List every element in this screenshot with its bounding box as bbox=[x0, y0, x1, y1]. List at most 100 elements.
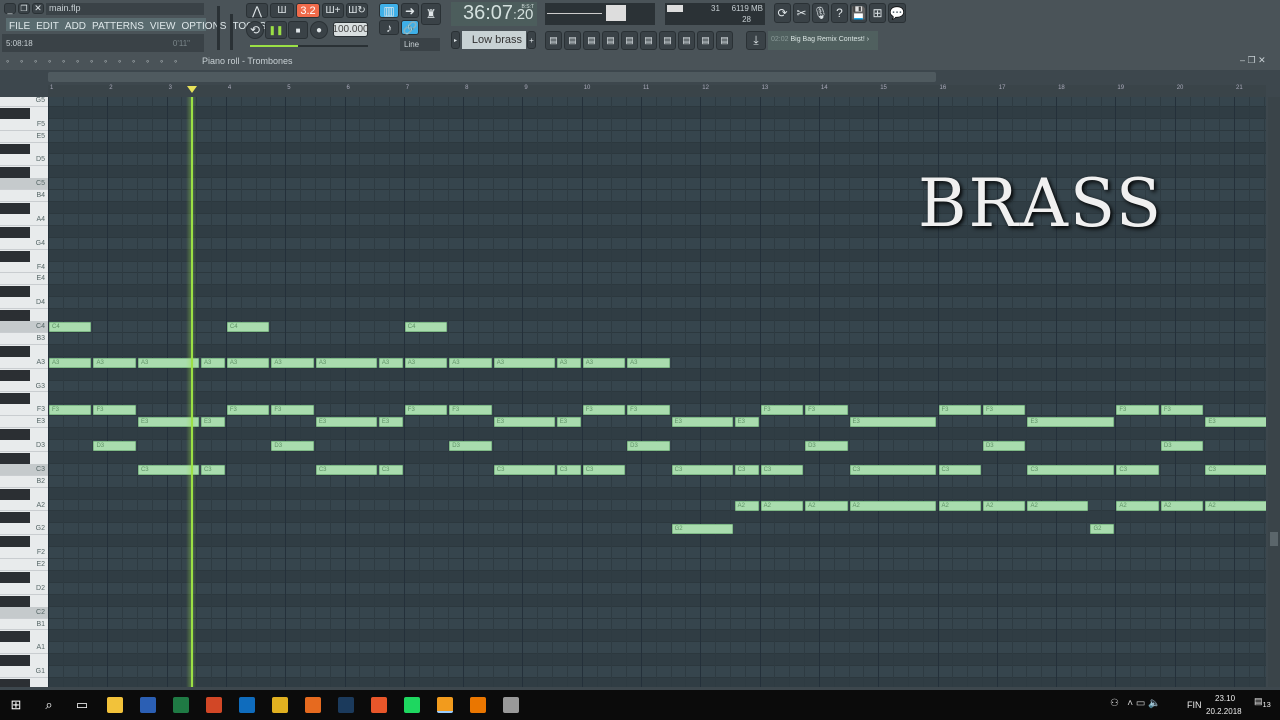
black-key[interactable] bbox=[0, 250, 30, 262]
minimize-button[interactable]: _ bbox=[4, 3, 16, 14]
menu-view[interactable]: VIEW bbox=[150, 21, 176, 32]
white-key[interactable]: C4 bbox=[0, 321, 48, 333]
snap-icon[interactable]: ◦ bbox=[48, 56, 59, 69]
note-a3[interactable]: A3 bbox=[271, 357, 314, 368]
white-key[interactable]: C5 bbox=[0, 178, 48, 191]
close-button[interactable]: ✕ bbox=[32, 3, 44, 14]
black-key[interactable] bbox=[0, 203, 30, 214]
white-key[interactable]: F3 bbox=[0, 404, 48, 417]
note-e3[interactable]: E3 bbox=[849, 417, 937, 428]
playhead-marker[interactable] bbox=[187, 86, 198, 93]
channel-rack-button[interactable]: ▤ bbox=[564, 31, 581, 50]
restore-button[interactable]: ❐ bbox=[18, 3, 30, 14]
note-a2[interactable]: A2 bbox=[1160, 500, 1204, 511]
save-new-icon[interactable]: ⊞ bbox=[869, 3, 886, 23]
note-a3[interactable]: A3 bbox=[627, 357, 670, 368]
menu-patterns[interactable]: PATTERNS bbox=[92, 21, 144, 32]
white-key[interactable]: D3 bbox=[0, 440, 48, 452]
note-a3[interactable]: A3 bbox=[556, 357, 581, 368]
black-key[interactable] bbox=[0, 452, 30, 464]
notifications-icon[interactable]: ▤13 bbox=[1254, 696, 1271, 709]
note-e3[interactable]: E3 bbox=[200, 417, 225, 428]
microphone-icon[interactable]: 🎙 bbox=[812, 3, 829, 23]
note-c3[interactable]: C3 bbox=[378, 464, 403, 475]
white-key[interactable]: A3 bbox=[0, 357, 48, 369]
note-f3[interactable]: F3 bbox=[1160, 405, 1204, 416]
note-f3[interactable]: F3 bbox=[938, 405, 981, 416]
save-icon[interactable]: 💾 bbox=[850, 3, 867, 23]
note-d3[interactable]: D3 bbox=[982, 441, 1026, 451]
mute-icon[interactable]: ◦ bbox=[104, 56, 115, 69]
white-key[interactable]: A2 bbox=[0, 500, 48, 512]
song-time-display[interactable]: 36:07:20 B:S:T bbox=[451, 2, 537, 26]
white-key[interactable]: G1 bbox=[0, 666, 48, 679]
master-pitch-slider[interactable] bbox=[230, 14, 233, 50]
note-a2[interactable]: A2 bbox=[760, 500, 804, 511]
note-c3[interactable]: C3 bbox=[556, 464, 581, 475]
black-key[interactable] bbox=[0, 345, 30, 357]
undo-icon[interactable]: ⟳ bbox=[774, 3, 791, 23]
stop-button[interactable]: ■ bbox=[288, 21, 308, 39]
paint-icon[interactable]: ◦ bbox=[76, 56, 87, 69]
help-icon[interactable]: ? bbox=[831, 3, 848, 23]
white-key[interactable]: E4 bbox=[0, 273, 48, 286]
white-key[interactable]: A4 bbox=[0, 214, 48, 226]
window-controls[interactable]: ‒ ❐ ✕ bbox=[1240, 55, 1266, 66]
note-a3[interactable]: A3 bbox=[404, 357, 448, 368]
note-f3[interactable]: F3 bbox=[449, 405, 492, 416]
menu-arrow-icon[interactable]: ◦ bbox=[6, 56, 17, 69]
pencil-icon[interactable]: ◦ bbox=[62, 56, 73, 69]
note-g2[interactable]: G2 bbox=[1090, 524, 1115, 535]
black-key[interactable] bbox=[0, 679, 30, 687]
white-key[interactable]: D4 bbox=[0, 297, 48, 310]
white-key[interactable]: B4 bbox=[0, 190, 48, 203]
note-a2[interactable]: A2 bbox=[1205, 500, 1266, 511]
zoom-icon[interactable]: ◦ bbox=[160, 56, 171, 69]
black-key[interactable] bbox=[0, 143, 30, 155]
outlook-icon[interactable] bbox=[239, 697, 255, 713]
note-f3[interactable]: F3 bbox=[49, 405, 92, 416]
note-c4[interactable]: C4 bbox=[226, 322, 270, 332]
pattern-mode-button[interactable]: 3.2 bbox=[296, 3, 320, 18]
black-key[interactable] bbox=[0, 226, 30, 238]
news-ticker[interactable]: 02:02 Big Bag Remix Contest! › bbox=[768, 31, 878, 50]
white-key[interactable]: B3 bbox=[0, 333, 48, 345]
note-c3[interactable]: C3 bbox=[1205, 464, 1266, 475]
note-c3[interactable]: C3 bbox=[493, 464, 555, 475]
record-button[interactable]: ● bbox=[310, 21, 328, 39]
note-a3[interactable]: A3 bbox=[378, 357, 403, 368]
note-f3[interactable]: F3 bbox=[404, 405, 448, 416]
piano-roll-title[interactable]: Piano roll - Trombones bbox=[202, 56, 293, 66]
menu-add[interactable]: ADD bbox=[65, 21, 86, 32]
white-key[interactable]: E2 bbox=[0, 559, 48, 571]
menu-edit[interactable]: EDIT bbox=[36, 21, 59, 32]
white-key[interactable]: F5 bbox=[0, 119, 48, 131]
white-key[interactable]: E5 bbox=[0, 131, 48, 143]
wrench-icon[interactable]: ◦ bbox=[20, 56, 31, 69]
note-a3[interactable]: A3 bbox=[49, 357, 92, 368]
timeline-ruler[interactable]: 1 2 3 4 5 6 7 8 9 10 11 12 13 14 15 16 17 18 19 20 21 bbox=[48, 85, 1266, 97]
start-icon[interactable]: ⊞ bbox=[8, 697, 24, 713]
download-icon[interactable]: ⤓ bbox=[746, 31, 766, 50]
note-d3[interactable]: D3 bbox=[271, 441, 314, 451]
input-language[interactable]: FIN bbox=[1187, 700, 1202, 710]
note-a3[interactable]: A3 bbox=[226, 357, 270, 368]
white-key[interactable]: G5 bbox=[0, 97, 48, 107]
note-a2[interactable]: A2 bbox=[734, 500, 759, 511]
note-c3[interactable]: C3 bbox=[1116, 464, 1159, 475]
note-f3[interactable]: F3 bbox=[582, 405, 626, 416]
black-key[interactable] bbox=[0, 167, 30, 179]
black-key[interactable] bbox=[0, 393, 30, 405]
white-key[interactable]: D2 bbox=[0, 583, 48, 595]
note-c3[interactable]: C3 bbox=[582, 464, 626, 475]
note-d3[interactable]: D3 bbox=[627, 441, 670, 451]
note-c3[interactable]: C3 bbox=[849, 464, 937, 475]
tempo-field[interactable]: 100.000 bbox=[332, 22, 369, 37]
note-c3[interactable]: C3 bbox=[671, 464, 733, 475]
note-e3[interactable]: E3 bbox=[556, 417, 581, 428]
menu-file[interactable]: FILE bbox=[9, 21, 30, 32]
note-e3[interactable]: E3 bbox=[1205, 417, 1266, 428]
white-key[interactable]: C3 bbox=[0, 463, 48, 476]
browser-button[interactable]: ▤ bbox=[602, 31, 619, 50]
note-f3[interactable]: F3 bbox=[982, 405, 1026, 416]
